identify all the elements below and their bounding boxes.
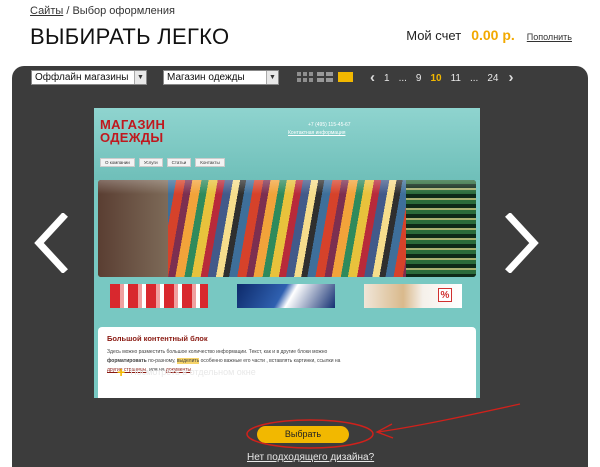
preview-phone: +7 (495) 115-45-67 <box>308 122 351 128</box>
chevron-down-icon: ▼ <box>134 71 146 84</box>
preview-nav-item: О компании <box>100 158 135 167</box>
preview-text-bold: форматировать <box>107 358 147 364</box>
grid-large-view-icon[interactable] <box>317 72 333 82</box>
open-in-new-window-label: Посмотреть в отдельном окне <box>130 367 256 377</box>
preview-nav-item: Статьи <box>166 158 192 167</box>
preview-thumbnail: % <box>364 284 462 308</box>
previous-design-arrow-icon[interactable] <box>31 213 71 273</box>
category-select-value: Оффлайн магазины <box>35 72 129 83</box>
page-ellipsis: ... <box>469 72 479 84</box>
plus-icon: + <box>117 363 126 380</box>
chevron-right-icon[interactable]: › <box>508 70 513 86</box>
preview-header: МАГАЗИН ОДЕЖДЫ +7 (495) 115-45-67 Контак… <box>94 108 480 180</box>
preview-text: особенно важные его части , вставлять ка… <box>199 358 341 364</box>
template-select[interactable]: Магазин одежды ▼ <box>163 70 279 85</box>
preview-content-title: Большой контентный блок <box>107 334 208 343</box>
chevron-left-icon[interactable]: ‹ <box>370 70 375 86</box>
preview-text-highlight: выделить <box>176 358 200 364</box>
account-amount: 0.00 р. <box>471 27 515 43</box>
page-link[interactable]: 1 <box>384 73 390 84</box>
breadcrumb: Сайты / Выбор оформления <box>30 5 175 17</box>
preview-contact-link: Контактная информация <box>288 130 346 136</box>
preview-text-line: Здесь можно разместить большое количеств… <box>107 349 328 355</box>
topup-link[interactable]: Пополнить <box>527 32 572 42</box>
preview-text: по-разному, <box>146 358 177 364</box>
preview-thumbnail <box>237 284 335 308</box>
page-link-current[interactable]: 10 <box>430 73 441 84</box>
chevron-down-icon: ▼ <box>266 71 278 84</box>
next-design-arrow-icon[interactable] <box>502 213 542 273</box>
open-in-new-window-link[interactable]: + Посмотреть в отдельном окне <box>117 363 256 380</box>
preview-logo-line2: ОДЕЖДЫ <box>100 130 164 145</box>
choose-button[interactable]: Выбрать <box>257 426 349 443</box>
preview-nav: О компании Услуги Статьи Контакты <box>100 158 229 167</box>
page: Сайты / Выбор оформления ВЫБИРАТЬ ЛЕГКО … <box>0 0 600 467</box>
preview-thumbnails: % <box>94 284 480 308</box>
account-label: Мой счет <box>406 28 462 43</box>
design-preview[interactable]: МАГАЗИН ОДЕЖДЫ +7 (495) 115-45-67 Контак… <box>94 108 480 398</box>
preview-nav-item: Контакты <box>195 158 225 167</box>
preview-thumbnail <box>110 284 208 308</box>
preview-content-block: Большой контентный блок Здесь можно разм… <box>98 327 476 398</box>
preview-nav-item: Услуги <box>138 158 163 167</box>
breadcrumb-current: Выбор оформления <box>72 5 175 17</box>
page-link[interactable]: 9 <box>416 73 422 84</box>
category-select[interactable]: Оффлайн магазины ▼ <box>31 70 147 85</box>
page-ellipsis: ... <box>398 72 407 84</box>
page-link[interactable]: 24 <box>487 73 498 84</box>
template-select-value: Магазин одежды <box>167 72 245 83</box>
design-stage: Оффлайн магазины ▼ Магазин одежды ▼ ‹ 1 … <box>12 66 588 467</box>
toolbar: Оффлайн магазины ▼ Магазин одежды ▼ ‹ 1 … <box>12 66 588 90</box>
percent-icon: % <box>438 288 452 302</box>
account-balance: Мой счет 0.00 р. Пополнить <box>406 27 572 43</box>
preview-logo: МАГАЗИН ОДЕЖДЫ <box>100 118 165 144</box>
pagination: ‹ 1 ... 9 10 11 ... 24 › <box>370 70 513 86</box>
no-suitable-design-link[interactable]: Нет подходящего дизайна? <box>247 452 374 463</box>
page-title: ВЫБИРАТЬ ЛЕГКО <box>30 24 230 49</box>
page-link[interactable]: 11 <box>451 73 461 84</box>
grid-small-view-icon[interactable] <box>297 72 313 82</box>
preview-hero-image <box>98 180 476 277</box>
breadcrumb-link-sites[interactable]: Сайты <box>30 5 63 17</box>
single-view-icon[interactable] <box>338 72 353 82</box>
